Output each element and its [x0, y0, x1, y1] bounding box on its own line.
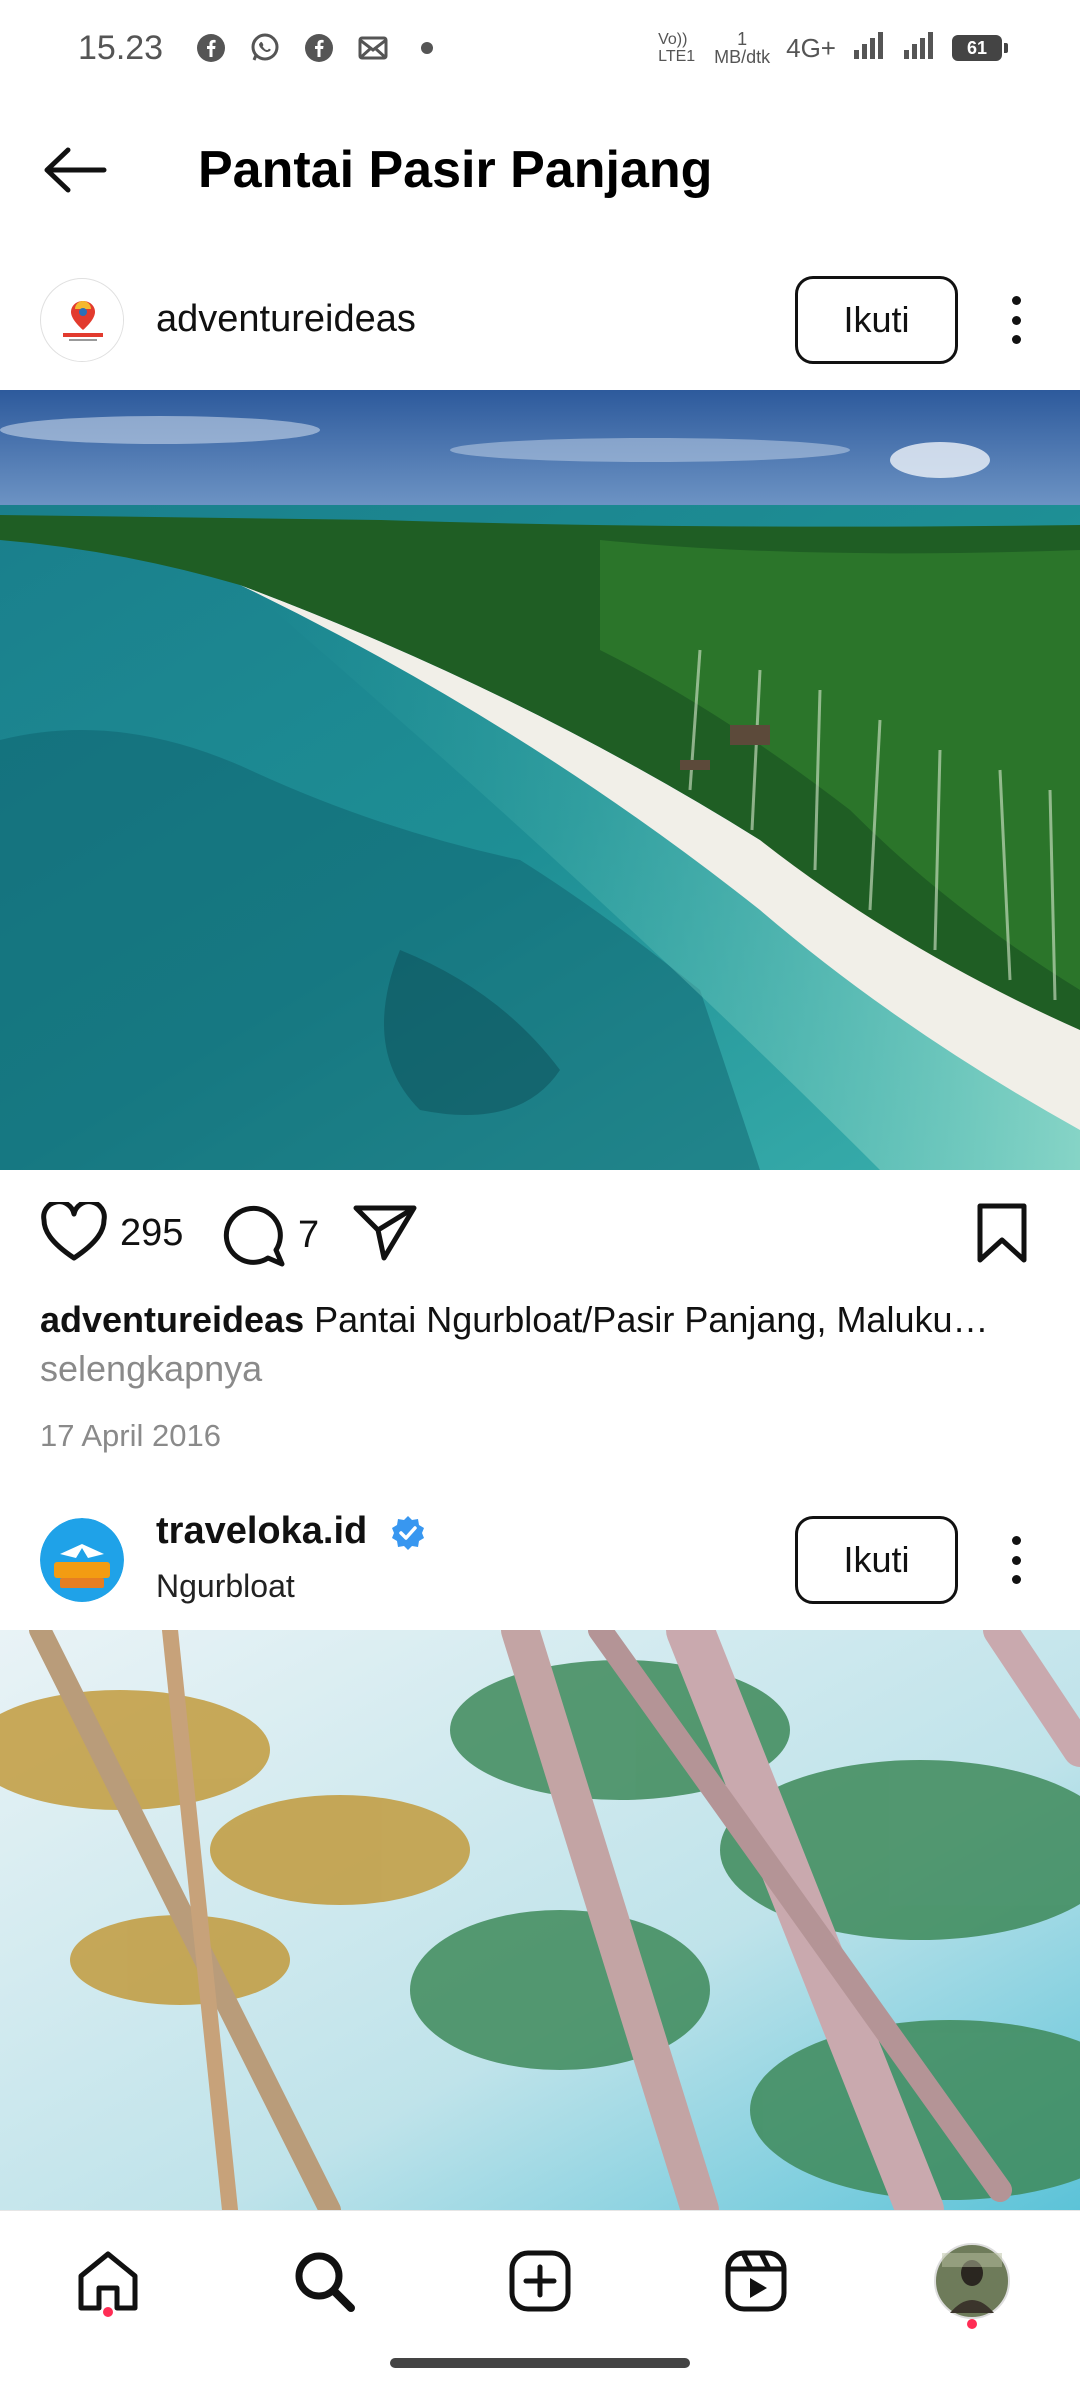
- share-button[interactable]: [352, 1202, 418, 1262]
- avatar[interactable]: [40, 278, 124, 362]
- arrow-left-icon: [44, 147, 107, 193]
- bookmark-icon: [977, 1203, 1027, 1263]
- more-dot: [1011, 315, 1021, 325]
- comment-button[interactable]: 7: [220, 1202, 319, 1268]
- post-date: 17 April 2016: [40, 1418, 221, 1453]
- more-dot: [1011, 335, 1021, 344]
- nav-search[interactable]: [284, 2241, 364, 2321]
- follow-button[interactable]: Ikuti: [795, 276, 958, 364]
- network-rate-value: 1: [737, 29, 748, 49]
- post-header: traveloka.id Ngurbloat Ikuti: [0, 1500, 1080, 1620]
- app-header: Pantai Pasir Panjang: [0, 110, 1080, 230]
- whatsapp-icon: [249, 32, 281, 64]
- more-dot: [1011, 1555, 1021, 1565]
- comment-icon: [223, 1205, 285, 1267]
- volte-indicator: Vo)) LTE1: [658, 31, 696, 65]
- more-options-button[interactable]: [996, 1530, 1036, 1590]
- post-username[interactable]: traveloka.id: [156, 1510, 426, 1553]
- caption-username[interactable]: adventureideas: [40, 1299, 304, 1340]
- more-options-button[interactable]: [996, 290, 1036, 350]
- heart-icon: [41, 1202, 107, 1261]
- more-dot: [1011, 1536, 1021, 1545]
- mail-icon: [357, 32, 389, 64]
- avatar[interactable]: [40, 1518, 124, 1602]
- back-button[interactable]: [40, 140, 110, 200]
- see-more-link[interactable]: selengkapnya: [40, 1348, 262, 1390]
- search-icon: [295, 2252, 355, 2312]
- like-button[interactable]: 295: [40, 1202, 183, 1264]
- post-image[interactable]: [0, 390, 1080, 1170]
- post-actions: 295 7: [0, 1190, 1080, 1280]
- send-icon: [353, 1205, 417, 1261]
- home-indicator[interactable]: [390, 2358, 690, 2368]
- create-icon: [509, 2250, 571, 2312]
- post-caption: adventureideas Pantai Ngurbloat/Pasir Pa…: [40, 1296, 1040, 1344]
- follow-button[interactable]: Ikuti: [795, 1516, 958, 1604]
- post-image[interactable]: [0, 1630, 1080, 2210]
- page-title: Pantai Pasir Panjang: [198, 141, 713, 199]
- reels-icon: [725, 2250, 787, 2312]
- bottom-navigation: [0, 2210, 1080, 2340]
- signal-icon: [902, 30, 936, 66]
- nav-reels[interactable]: [716, 2241, 796, 2321]
- facebook-icon: [195, 32, 227, 64]
- username-text[interactable]: traveloka.id: [156, 1510, 367, 1552]
- nav-create[interactable]: [500, 2241, 580, 2321]
- like-count[interactable]: 295: [120, 1212, 183, 1255]
- more-dot: [1011, 296, 1021, 305]
- nav-profile[interactable]: [932, 2241, 1012, 2321]
- verified-badge-icon: [390, 1515, 426, 1551]
- facebook-icon: [303, 32, 335, 64]
- bookmark-button[interactable]: [974, 1202, 1030, 1266]
- home-icon: [78, 2251, 138, 2311]
- more-dot: [1011, 1575, 1021, 1584]
- comment-count[interactable]: 7: [298, 1214, 319, 1257]
- battery-indicator: 61: [952, 35, 1008, 61]
- signal-icon: [852, 30, 886, 66]
- profile-avatar: [934, 2243, 1010, 2319]
- network-type: 4G+: [786, 32, 836, 63]
- status-time: 15.23: [78, 28, 164, 67]
- status-bar: 15.23 Vo)) LTE1 1 MB/dtk 4G+ 61: [0, 0, 1080, 96]
- post-username[interactable]: adventureideas: [156, 298, 416, 341]
- notification-dot: [103, 2307, 113, 2317]
- post-header: adventureideas Ikuti: [0, 260, 1080, 380]
- network-rate: 1 MB/dtk: [714, 30, 770, 66]
- caption-text: Pantai Ngurbloat/Pasir Panjang, Maluku…: [304, 1299, 989, 1340]
- notification-dot: [967, 2319, 977, 2329]
- dot-icon: [411, 32, 443, 64]
- network-rate-unit: MB/dtk: [714, 47, 771, 67]
- post-location[interactable]: Ngurbloat: [156, 1568, 295, 1605]
